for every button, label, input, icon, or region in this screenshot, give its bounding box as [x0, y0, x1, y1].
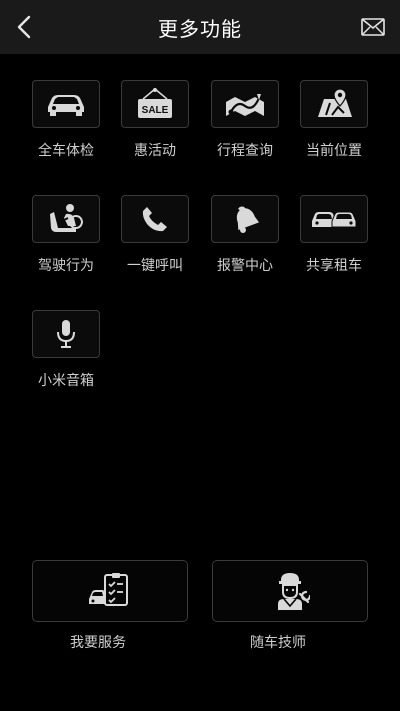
feature-label: 一键呼叫	[127, 258, 183, 274]
feature-label: 全车体检	[38, 143, 94, 159]
feature-label: 当前位置	[306, 143, 362, 159]
location-map-icon	[318, 88, 352, 117]
feature-car-check[interactable]: 全车体检	[21, 80, 111, 160]
phone-icon	[142, 207, 167, 232]
route-map-icon	[226, 94, 264, 116]
page-title: 更多功能	[158, 16, 242, 41]
two-cars-icon	[312, 211, 357, 228]
top-bar: 更多功能	[0, 0, 400, 54]
feature-label: 惠活动	[134, 143, 176, 159]
feature-icon-box	[211, 195, 279, 243]
back-button[interactable]	[12, 14, 36, 40]
feature-car-sharing[interactable]: 共享租车	[289, 195, 379, 275]
back-chevron-icon	[17, 15, 31, 39]
service-request-button[interactable]	[32, 560, 188, 622]
microphone-icon	[57, 320, 75, 348]
feature-one-key-call[interactable]: 一键呼叫	[110, 195, 200, 275]
mechanic-icon	[278, 573, 310, 610]
technician-label: 随车技师	[250, 635, 306, 651]
feature-label: 小米音箱	[38, 373, 94, 389]
feature-label: 报警中心	[217, 258, 273, 274]
driver-seat-icon	[50, 204, 83, 232]
feature-icon-box	[32, 80, 100, 128]
feature-driving-behavior[interactable]: 驾驶行为	[21, 195, 111, 275]
service-request-label: 我要服务	[70, 635, 126, 651]
car-icon	[48, 95, 84, 116]
bell-icon	[236, 206, 260, 233]
feature-xiaomi-speaker[interactable]: 小米音箱	[21, 310, 111, 390]
feature-label: 行程查询	[217, 143, 273, 159]
feature-icon-box	[32, 195, 100, 243]
feature-current-location[interactable]: 当前位置	[289, 80, 379, 160]
car-checklist-icon	[89, 573, 128, 606]
feature-promotions[interactable]: SALE 惠活动	[110, 80, 200, 160]
mail-icon	[361, 18, 385, 36]
feature-icon-box	[32, 310, 100, 358]
sale-sign-icon: SALE	[138, 88, 172, 118]
sale-text: SALE	[142, 105, 169, 116]
mail-button[interactable]	[360, 16, 386, 38]
feature-alarm-center[interactable]: 报警中心	[200, 195, 290, 275]
technician-button[interactable]	[212, 560, 368, 622]
feature-label: 驾驶行为	[38, 258, 94, 274]
feature-label: 共享租车	[306, 258, 362, 274]
feature-icon-box	[121, 195, 189, 243]
feature-icon-box	[300, 80, 368, 128]
feature-trip-query[interactable]: 行程查询	[200, 80, 290, 160]
feature-icon-box	[300, 195, 368, 243]
feature-icon-box: SALE	[121, 80, 189, 128]
feature-icon-box	[211, 80, 279, 128]
